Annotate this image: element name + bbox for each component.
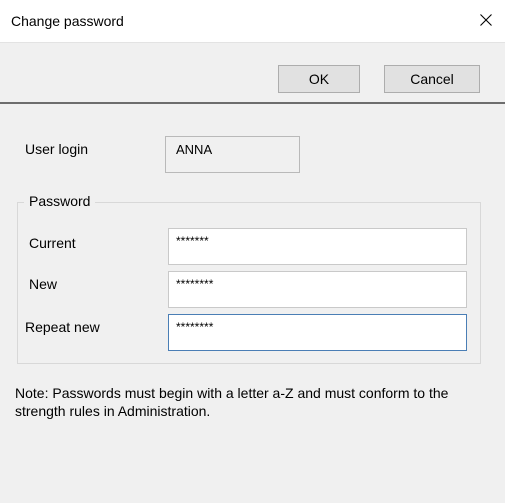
user-login-field: ANNA bbox=[165, 136, 300, 173]
button-bar: OK Cancel bbox=[0, 42, 505, 103]
repeat-new-password-label: Repeat new bbox=[25, 319, 100, 335]
title-bar: Change password bbox=[0, 0, 505, 42]
close-button[interactable] bbox=[465, 0, 505, 42]
ok-button[interactable]: OK bbox=[278, 65, 360, 93]
toolbar-divider bbox=[0, 102, 505, 104]
current-password-label: Current bbox=[29, 235, 76, 251]
user-login-label: User login bbox=[25, 141, 89, 157]
change-password-dialog: Change password OK Cancel User login ANN… bbox=[0, 0, 505, 503]
cancel-button[interactable]: Cancel bbox=[384, 65, 480, 93]
window-title: Change password bbox=[11, 13, 124, 29]
current-password-input[interactable]: ******* bbox=[168, 228, 467, 265]
new-password-input[interactable]: ******** bbox=[168, 271, 467, 308]
repeat-new-password-input[interactable]: ******** bbox=[168, 314, 467, 351]
password-note: Note: Passwords must begin with a letter… bbox=[15, 385, 449, 419]
password-group-legend: Password bbox=[24, 193, 96, 209]
new-password-label: New bbox=[29, 276, 58, 292]
close-icon bbox=[480, 14, 492, 26]
